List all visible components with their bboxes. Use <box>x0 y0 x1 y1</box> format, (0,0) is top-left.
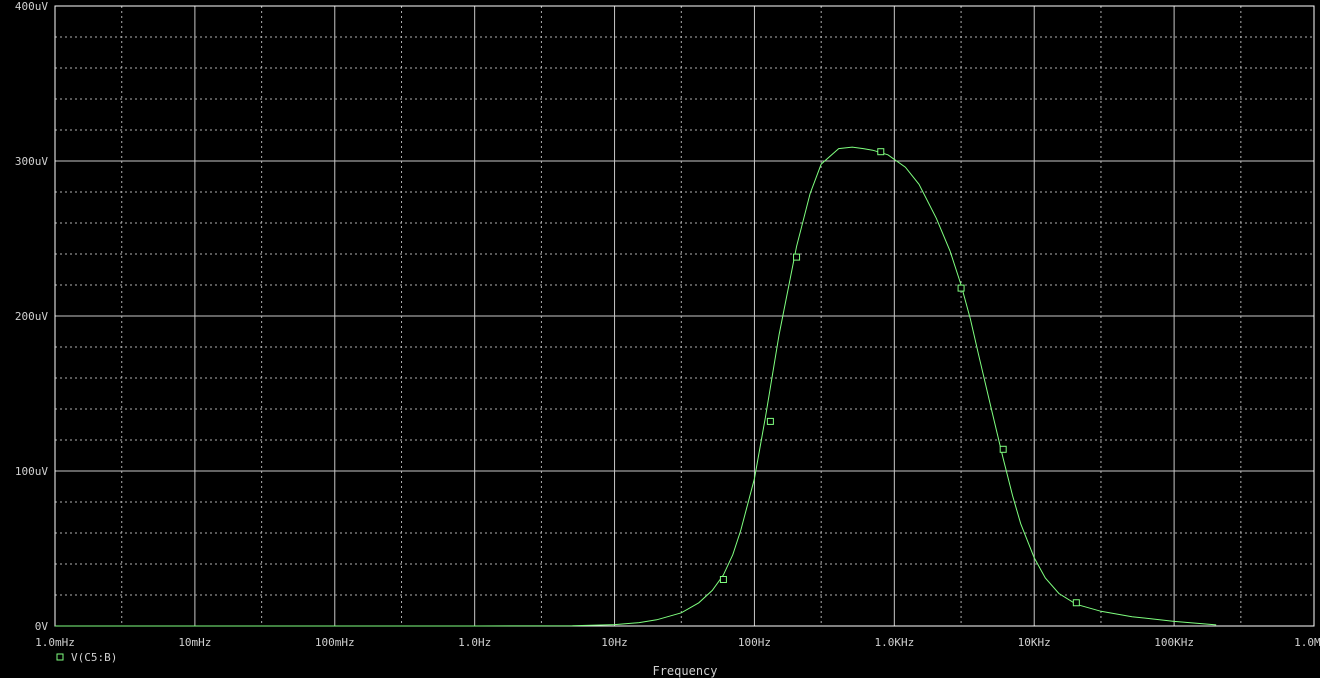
data-point-marker <box>719 576 727 583</box>
plot-background <box>0 0 1320 678</box>
x-tick-label: 1.0mHz <box>35 636 75 649</box>
x-tick-label: 1.0Hz <box>458 636 491 649</box>
x-tick-label: 10mHz <box>178 636 211 649</box>
y-tick-label: 300uV <box>15 155 48 168</box>
chart: 1.0mHz 10mHz 100mHz 1.0Hz 10Hz 100Hz 1.0KHz 10K… <box>0 0 1320 678</box>
data-point-marker <box>957 284 965 292</box>
data-point-marker <box>793 253 801 261</box>
data-point-marker <box>877 148 885 156</box>
legend-entry: V(C5:B) <box>71 651 117 664</box>
data-point-marker <box>766 417 774 425</box>
data-point-marker <box>1072 599 1080 607</box>
data-point-marker <box>999 445 1007 453</box>
x-axis-title: Frequency <box>652 664 717 678</box>
x-tick-label: 100Hz <box>738 636 771 649</box>
x-tick-label: 100mHz <box>315 636 355 649</box>
x-tick-label: 10Hz <box>601 636 628 649</box>
y-tick-label: 400uV <box>15 0 48 13</box>
x-tick-label: 1.0MHz <box>1294 636 1320 649</box>
x-tick-label: 1.0KHz <box>874 636 914 649</box>
y-tick-label: 100uV <box>15 465 48 478</box>
y-tick-label: 200uV <box>15 310 48 323</box>
x-tick-label: 10KHz <box>1018 636 1051 649</box>
x-tick-label: 100KHz <box>1154 636 1194 649</box>
y-tick-label: 0V <box>35 620 49 633</box>
